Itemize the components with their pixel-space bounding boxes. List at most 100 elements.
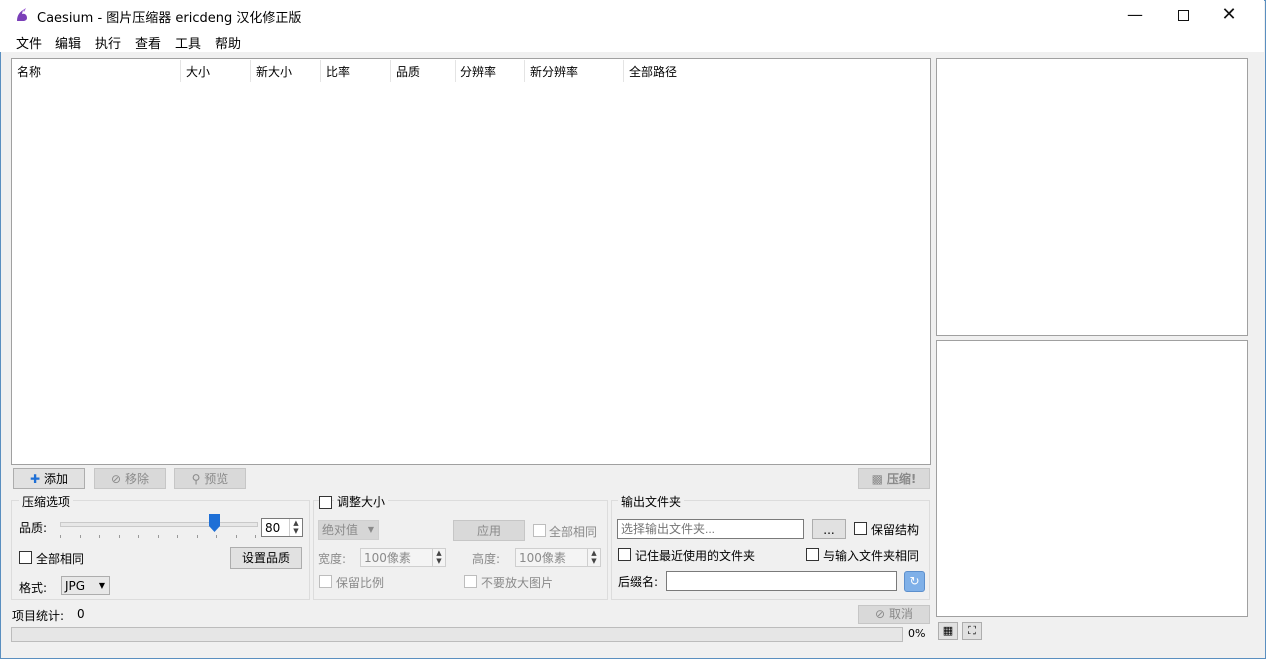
quality-label: 品质: bbox=[19, 521, 48, 535]
column-divider[interactable] bbox=[455, 60, 456, 82]
suffix-input[interactable] bbox=[666, 571, 897, 591]
menu-run[interactable]: 执行 bbox=[95, 33, 121, 52]
keep-structure-checkbox[interactable] bbox=[854, 522, 867, 535]
remove-label: 移除 bbox=[124, 472, 149, 486]
spin-arrows-icon[interactable]: ▲ ▼ bbox=[289, 519, 302, 536]
no-enlarge-label: 不要放大图片 bbox=[481, 576, 554, 590]
quality-slider-track[interactable] bbox=[60, 522, 258, 527]
compress-label: 压缩! bbox=[886, 472, 917, 486]
column-header-new-size[interactable]: 新大小 bbox=[256, 63, 292, 80]
maximize-button[interactable] bbox=[1160, 0, 1206, 30]
format-dropdown[interactable]: JPG ▼ bbox=[61, 576, 110, 595]
format-value: JPG bbox=[65, 579, 86, 593]
all-same-quality-label: 全部相同 bbox=[36, 552, 85, 566]
quality-slider-ticks bbox=[60, 535, 256, 539]
output-folder-title: 输出文件夹 bbox=[618, 493, 685, 510]
height-spinbox[interactable]: 100像素 ▲ ▼ bbox=[515, 548, 601, 567]
fit-view-icon[interactable]: ▦ bbox=[938, 622, 958, 640]
caesium-app-icon bbox=[17, 8, 27, 21]
slider-tick bbox=[99, 535, 100, 538]
output-folder-input[interactable] bbox=[617, 519, 804, 539]
slider-tick bbox=[79, 535, 81, 538]
column-divider[interactable] bbox=[180, 60, 181, 82]
add-label: 添加 bbox=[43, 472, 68, 486]
column-divider[interactable] bbox=[250, 60, 251, 82]
compression-options-title: 压缩选项 bbox=[19, 493, 74, 510]
file-list-table[interactable] bbox=[11, 58, 931, 465]
column-header-new-resolution[interactable]: 新分辨率 bbox=[530, 63, 578, 80]
chevron-down-icon: ▼ bbox=[367, 525, 374, 534]
no-entry-icon: ⊘ bbox=[875, 607, 886, 621]
no-enlarge-checkbox[interactable] bbox=[464, 575, 477, 588]
cancel-button[interactable]: ⊘ 取消 bbox=[858, 605, 930, 624]
fullscreen-icon[interactable]: ⛶ bbox=[962, 622, 982, 640]
remember-folder-label: 记住最近使用的文件夹 bbox=[635, 549, 756, 563]
column-header-size[interactable]: 大小 bbox=[186, 63, 210, 80]
refresh-icon[interactable]: ↻ bbox=[904, 571, 925, 592]
minimize-button[interactable]: — bbox=[1112, 0, 1158, 30]
column-divider[interactable] bbox=[524, 60, 525, 82]
menu-edit[interactable]: 编辑 bbox=[55, 33, 81, 52]
close-button[interactable]: ✕ bbox=[1206, 0, 1252, 30]
resize-all-same-checkbox[interactable] bbox=[533, 524, 546, 537]
maximize-icon bbox=[1177, 10, 1189, 21]
column-divider[interactable] bbox=[623, 60, 624, 82]
all-same-quality-checkbox[interactable] bbox=[19, 551, 32, 564]
remove-button[interactable]: ⊘ 移除 bbox=[94, 468, 166, 489]
resize-mode-value: 绝对值 bbox=[322, 523, 359, 537]
format-label: 格式: bbox=[19, 581, 48, 595]
item-count-label: 项目统计: bbox=[12, 609, 65, 623]
preview-label: 预览 bbox=[204, 472, 229, 486]
width-value: 100像素 bbox=[364, 551, 411, 565]
width-spinbox[interactable]: 100像素 ▲ ▼ bbox=[360, 548, 446, 567]
set-quality-button[interactable]: 设置品质 bbox=[230, 547, 302, 569]
menu-file[interactable]: 文件 bbox=[16, 33, 42, 52]
keep-ratio-checkbox[interactable] bbox=[319, 575, 332, 588]
keep-structure-label: 保留结构 bbox=[871, 523, 920, 537]
column-header-resolution[interactable]: 分辨率 bbox=[460, 63, 496, 80]
no-entry-icon: ⊘ bbox=[111, 472, 122, 486]
keep-ratio-label: 保留比例 bbox=[336, 576, 385, 590]
resize-all-same-label: 全部相同 bbox=[549, 525, 598, 539]
progress-bar bbox=[11, 627, 903, 642]
slider-tick bbox=[177, 535, 178, 538]
column-header-name[interactable]: 名称 bbox=[17, 63, 41, 80]
menu-view[interactable]: 查看 bbox=[135, 33, 161, 52]
column-header-quality[interactable]: 品质 bbox=[396, 63, 420, 80]
slider-tick bbox=[196, 535, 198, 538]
resize-title: 调整大小 bbox=[334, 493, 389, 510]
height-label: 高度: bbox=[472, 552, 501, 566]
width-label: 宽度: bbox=[318, 552, 347, 566]
same-as-input-checkbox[interactable] bbox=[806, 548, 819, 561]
compress-button[interactable]: ▩ 压缩! bbox=[858, 468, 930, 489]
menu-tools[interactable]: 工具 bbox=[175, 33, 201, 52]
column-header-full-path[interactable]: 全部路径 bbox=[629, 63, 677, 80]
cancel-label: 取消 bbox=[888, 607, 913, 621]
resize-mode-dropdown[interactable]: 绝对值 ▼ bbox=[318, 520, 379, 540]
resize-checkbox[interactable] bbox=[319, 496, 332, 509]
slider-tick bbox=[216, 535, 217, 538]
original-preview-panel bbox=[936, 58, 1248, 336]
suffix-label: 后缀名: bbox=[618, 575, 659, 589]
remember-folder-checkbox[interactable] bbox=[618, 548, 631, 561]
spin-arrows-icon[interactable]: ▲ ▼ bbox=[587, 549, 600, 566]
close-icon: ✕ bbox=[1221, 4, 1237, 25]
slider-tick bbox=[255, 535, 256, 538]
window-title: Caesium - 图片压缩器 ericdeng 汉化修正版 bbox=[37, 11, 302, 26]
browse-button[interactable]: ... bbox=[812, 519, 846, 539]
slider-tick bbox=[118, 535, 120, 538]
plus-icon: ✚ bbox=[30, 472, 41, 486]
quality-spinbox[interactable]: 80 ▲ ▼ bbox=[261, 518, 303, 537]
spin-arrows-icon[interactable]: ▲ ▼ bbox=[432, 549, 445, 566]
column-divider[interactable] bbox=[390, 60, 391, 82]
menu-help[interactable]: 帮助 bbox=[215, 33, 241, 52]
add-button[interactable]: ✚ 添加 bbox=[13, 468, 85, 489]
compress-icon: ▩ bbox=[871, 472, 884, 486]
column-divider[interactable] bbox=[320, 60, 321, 82]
column-header-ratio[interactable]: 比率 bbox=[326, 63, 350, 80]
chevron-down-icon: ▼ bbox=[98, 581, 105, 590]
quality-slider-thumb[interactable] bbox=[209, 514, 221, 532]
apply-button[interactable]: 应用 bbox=[453, 520, 525, 541]
preview-button[interactable]: ⚲ 预览 bbox=[174, 468, 246, 489]
height-value: 100像素 bbox=[519, 551, 566, 565]
